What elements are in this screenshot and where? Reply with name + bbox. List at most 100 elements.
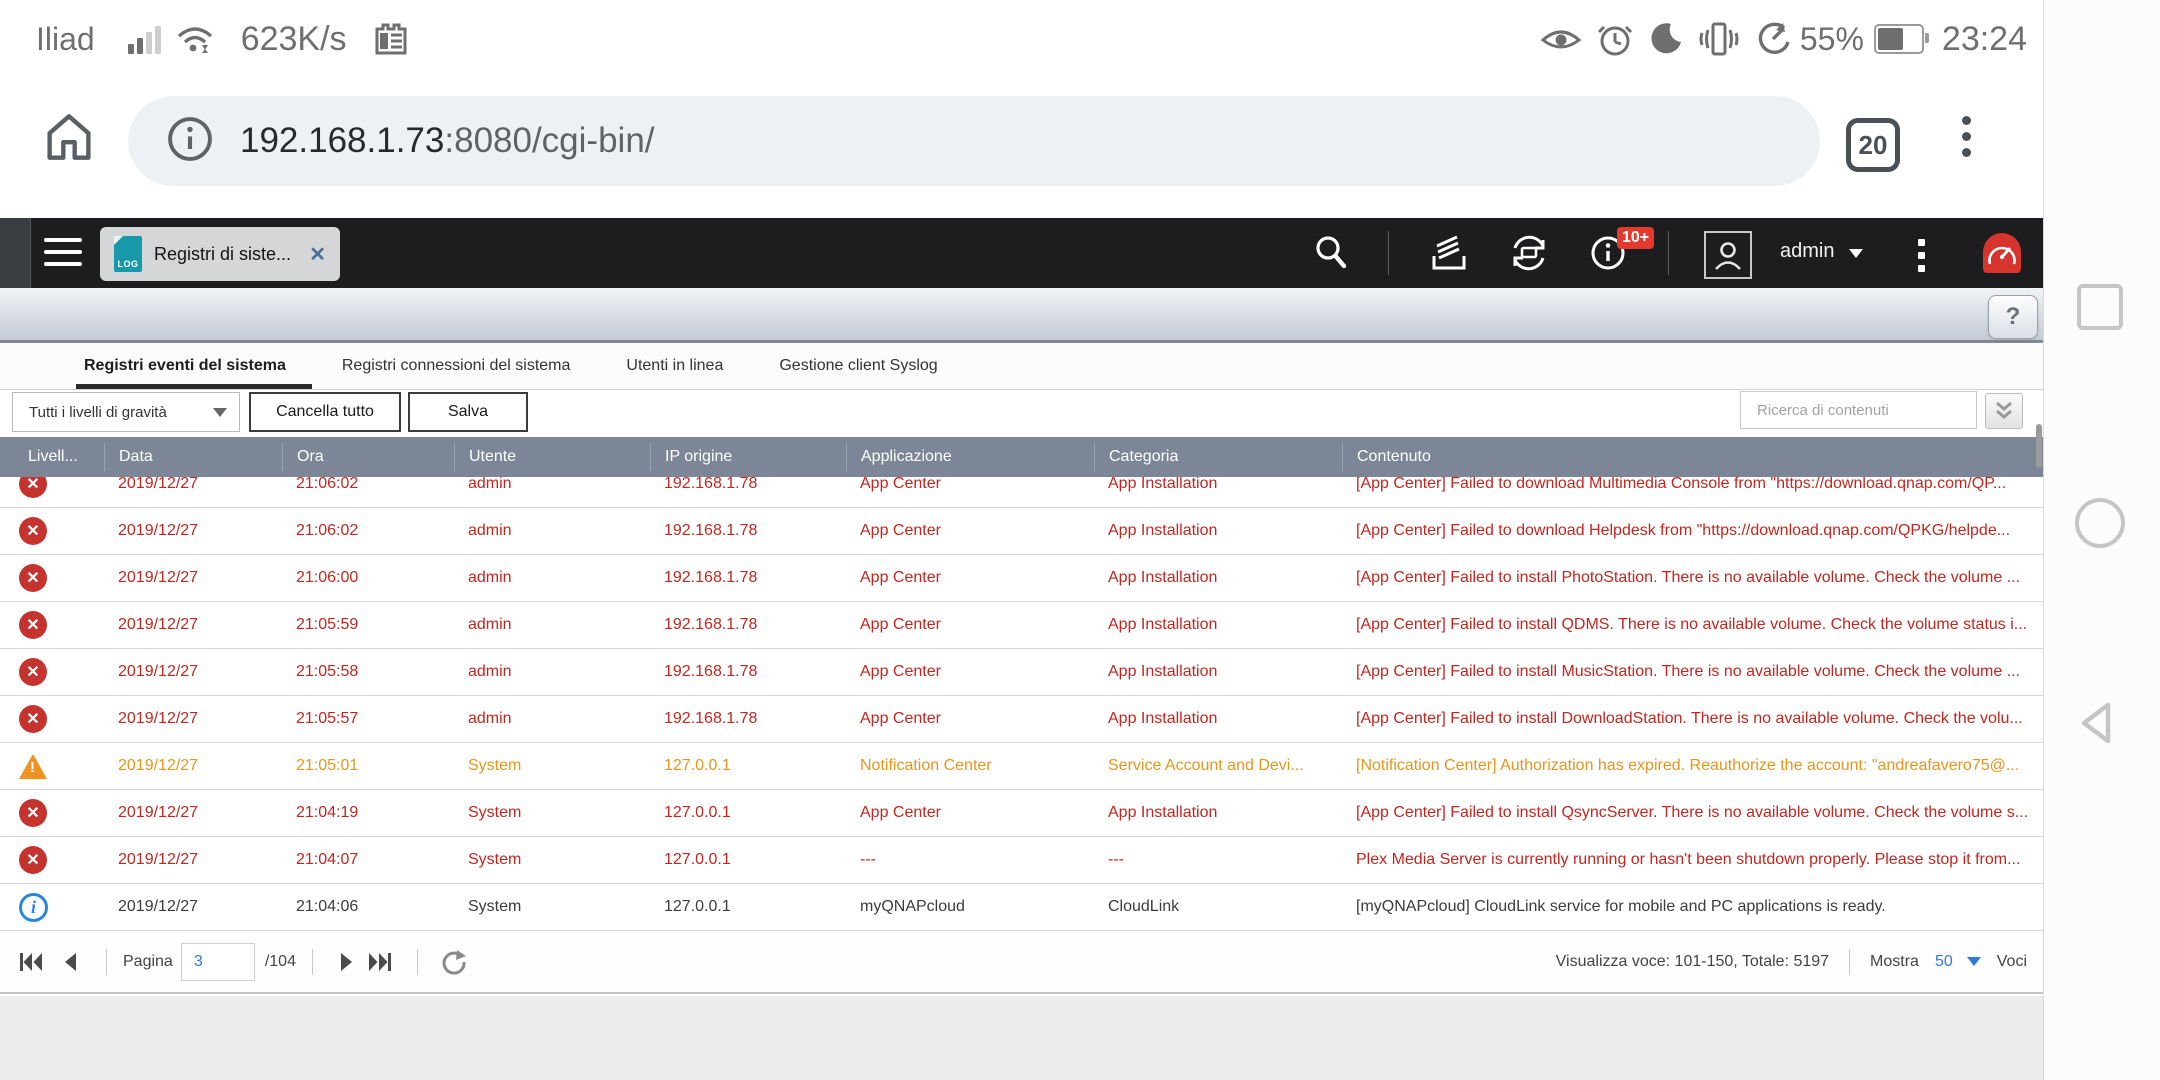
dashboard-gauge-icon[interactable]	[1977, 228, 2027, 283]
page-size-caret-icon[interactable]	[1966, 957, 1981, 966]
cell: 21:05:58	[296, 663, 359, 680]
do-not-disturb-moon-icon	[1648, 21, 1684, 57]
cell: 21:04:19	[296, 804, 359, 821]
table-row[interactable]: 2019/12/27 21:04:19 System 127.0.0.1 App Cen…	[0, 790, 2043, 837]
table-row[interactable]: 2019/12/27 21:06:02 admin 192.168.1.78 App C…	[0, 477, 2043, 508]
table-row[interactable]: 2019/12/27 21:05:57 admin 192.168.1.78 App C…	[0, 696, 2043, 743]
cell: System	[468, 898, 522, 915]
table-row[interactable]: 2019/12/27 21:05:58 admin 192.168.1.78 App C…	[0, 649, 2043, 696]
cell: 21:05:01	[296, 757, 359, 774]
page-number-input[interactable]	[180, 942, 255, 981]
column-header-6[interactable]: Categoria	[1094, 443, 1342, 471]
cell: App Installation	[1108, 710, 1218, 727]
error-icon	[19, 705, 47, 733]
cell: 21:06:02	[296, 477, 359, 492]
network-speed: 623K/s	[240, 19, 347, 58]
panel-edge	[0, 218, 31, 288]
data-saver-icon	[1754, 20, 1792, 58]
next-page-icon[interactable]	[335, 951, 357, 973]
search-icon[interactable]	[1312, 233, 1352, 278]
table-row[interactable]: 2019/12/27 21:04:06 System 127.0.0.1 myQNAPc…	[0, 884, 2043, 931]
tab-gestione-syslog[interactable]: Gestione client Syslog	[779, 343, 937, 389]
help-button[interactable]: ?	[1988, 295, 2038, 339]
clock: 23:24	[1941, 19, 2027, 58]
table-row[interactable]: 2019/12/27 21:06:00 admin 192.168.1.78 App C…	[0, 555, 2043, 602]
cell: 21:05:59	[296, 616, 359, 633]
cell: admin	[468, 477, 512, 492]
clear-all-button[interactable]: Cancella tutto	[249, 392, 401, 432]
log-document-icon: LOG	[114, 236, 142, 272]
cell: myQNAPcloud	[860, 898, 965, 915]
device-sync-icon[interactable]	[1506, 230, 1552, 281]
home-icon[interactable]	[38, 106, 100, 173]
cell: 21:06:00	[296, 569, 359, 586]
cell: [App Center] Failed to install PhotoStat…	[1356, 569, 2021, 586]
cell: App Installation	[1108, 569, 1218, 586]
cell: 2019/12/27	[118, 663, 199, 680]
column-header-5[interactable]: Applicazione	[846, 443, 1094, 471]
main-menu-icon[interactable]	[44, 238, 82, 274]
cell: admin	[468, 710, 512, 727]
cell: admin	[468, 522, 512, 539]
column-header-1[interactable]: Data	[104, 443, 282, 471]
items-label: Voci	[1996, 952, 2027, 970]
first-page-icon[interactable]	[18, 951, 44, 973]
android-status-bar: Iliad 623K/s 55% 23:24	[0, 0, 2043, 78]
table-row[interactable]: 2019/12/27 21:04:07 System 127.0.0.1 --- --- P…	[0, 837, 2043, 884]
save-button[interactable]: Salva	[408, 392, 528, 432]
open-app-tab[interactable]: LOG Registri di siste... ✕	[100, 227, 340, 281]
cell: ---	[860, 851, 876, 868]
column-header-0[interactable]: Livell...	[0, 443, 104, 471]
url-text[interactable]: 192.168.1.73:8080/cgi-bin/	[240, 121, 655, 161]
error-icon	[19, 564, 47, 592]
cell: App Center	[860, 710, 941, 727]
module-tabs: Registri eventi del sistema Registri con…	[0, 343, 2043, 390]
cell: App Installation	[1108, 477, 1218, 492]
search-options-button[interactable]	[1985, 393, 2023, 429]
cell: 127.0.0.1	[664, 757, 731, 774]
column-header-7[interactable]: Contenuto	[1342, 443, 2043, 471]
content-search-input[interactable]	[1740, 391, 1977, 429]
table-row[interactable]: 2019/12/27 21:05:59 admin 192.168.1.78 App C…	[0, 602, 2043, 649]
page-size-value[interactable]: 50	[1935, 953, 1953, 971]
show-label: Mostra	[1870, 952, 1919, 970]
android-home-icon[interactable]	[2075, 498, 2125, 548]
column-header-3[interactable]: Utente	[454, 443, 650, 471]
header-more-icon[interactable]	[1918, 236, 1925, 275]
tab-switcher-button[interactable]: 20	[1846, 118, 1900, 172]
tab-registri-connessioni[interactable]: Registri connessioni del sistema	[342, 343, 571, 389]
severity-dropdown[interactable]: Tutti i livelli di gravità	[12, 392, 240, 432]
url-bar[interactable]: 192.168.1.73:8080/cgi-bin/	[128, 96, 1820, 186]
error-icon	[19, 611, 47, 639]
table-row[interactable]: 2019/12/27 21:06:02 admin 192.168.1.78 App C…	[0, 508, 2043, 555]
total-pages: /104	[264, 952, 296, 970]
logged-in-user[interactable]: admin	[1780, 240, 1834, 263]
scrollbar-thumb[interactable]	[2036, 424, 2042, 468]
cell: [App Center] Failed to download Helpdesk…	[1356, 522, 2011, 539]
table-header: Livell... Data Ora Utente IP origine Applicaz…	[0, 437, 2043, 477]
tab-registri-eventi[interactable]: Registri eventi del sistema	[76, 343, 312, 389]
column-header-2[interactable]: Ora	[282, 443, 454, 471]
header-divider	[1668, 231, 1669, 275]
cell: 21:05:57	[296, 710, 359, 727]
close-icon[interactable]: ✕	[309, 242, 326, 267]
refresh-icon[interactable]	[440, 948, 468, 976]
column-header-4[interactable]: IP origine	[650, 443, 846, 471]
last-page-icon[interactable]	[367, 951, 393, 973]
tab-utenti-in-linea[interactable]: Utenti in linea	[626, 343, 723, 389]
table-row[interactable]: 2019/12/27 21:05:01 System 127.0.0.1 Notific…	[0, 743, 2043, 790]
prev-page-icon[interactable]	[60, 951, 82, 973]
browser-menu-icon[interactable]	[1962, 112, 1971, 160]
battery-percent: 55%	[1799, 20, 1864, 57]
user-menu-caret-icon[interactable]	[1849, 249, 1863, 258]
error-icon	[19, 846, 47, 874]
cell: 2019/12/27	[118, 477, 199, 492]
page-info-icon[interactable]	[164, 113, 216, 170]
user-avatar[interactable]	[1704, 231, 1752, 279]
background-tasks-icon[interactable]	[1428, 232, 1470, 279]
app-toolbar-band	[0, 288, 2043, 343]
recents-icon[interactable]	[2077, 284, 2123, 330]
cell: 192.168.1.78	[664, 616, 758, 633]
back-icon[interactable]	[2075, 700, 2121, 751]
cell: [App Center] Failed to install DownloadS…	[1356, 710, 2023, 727]
